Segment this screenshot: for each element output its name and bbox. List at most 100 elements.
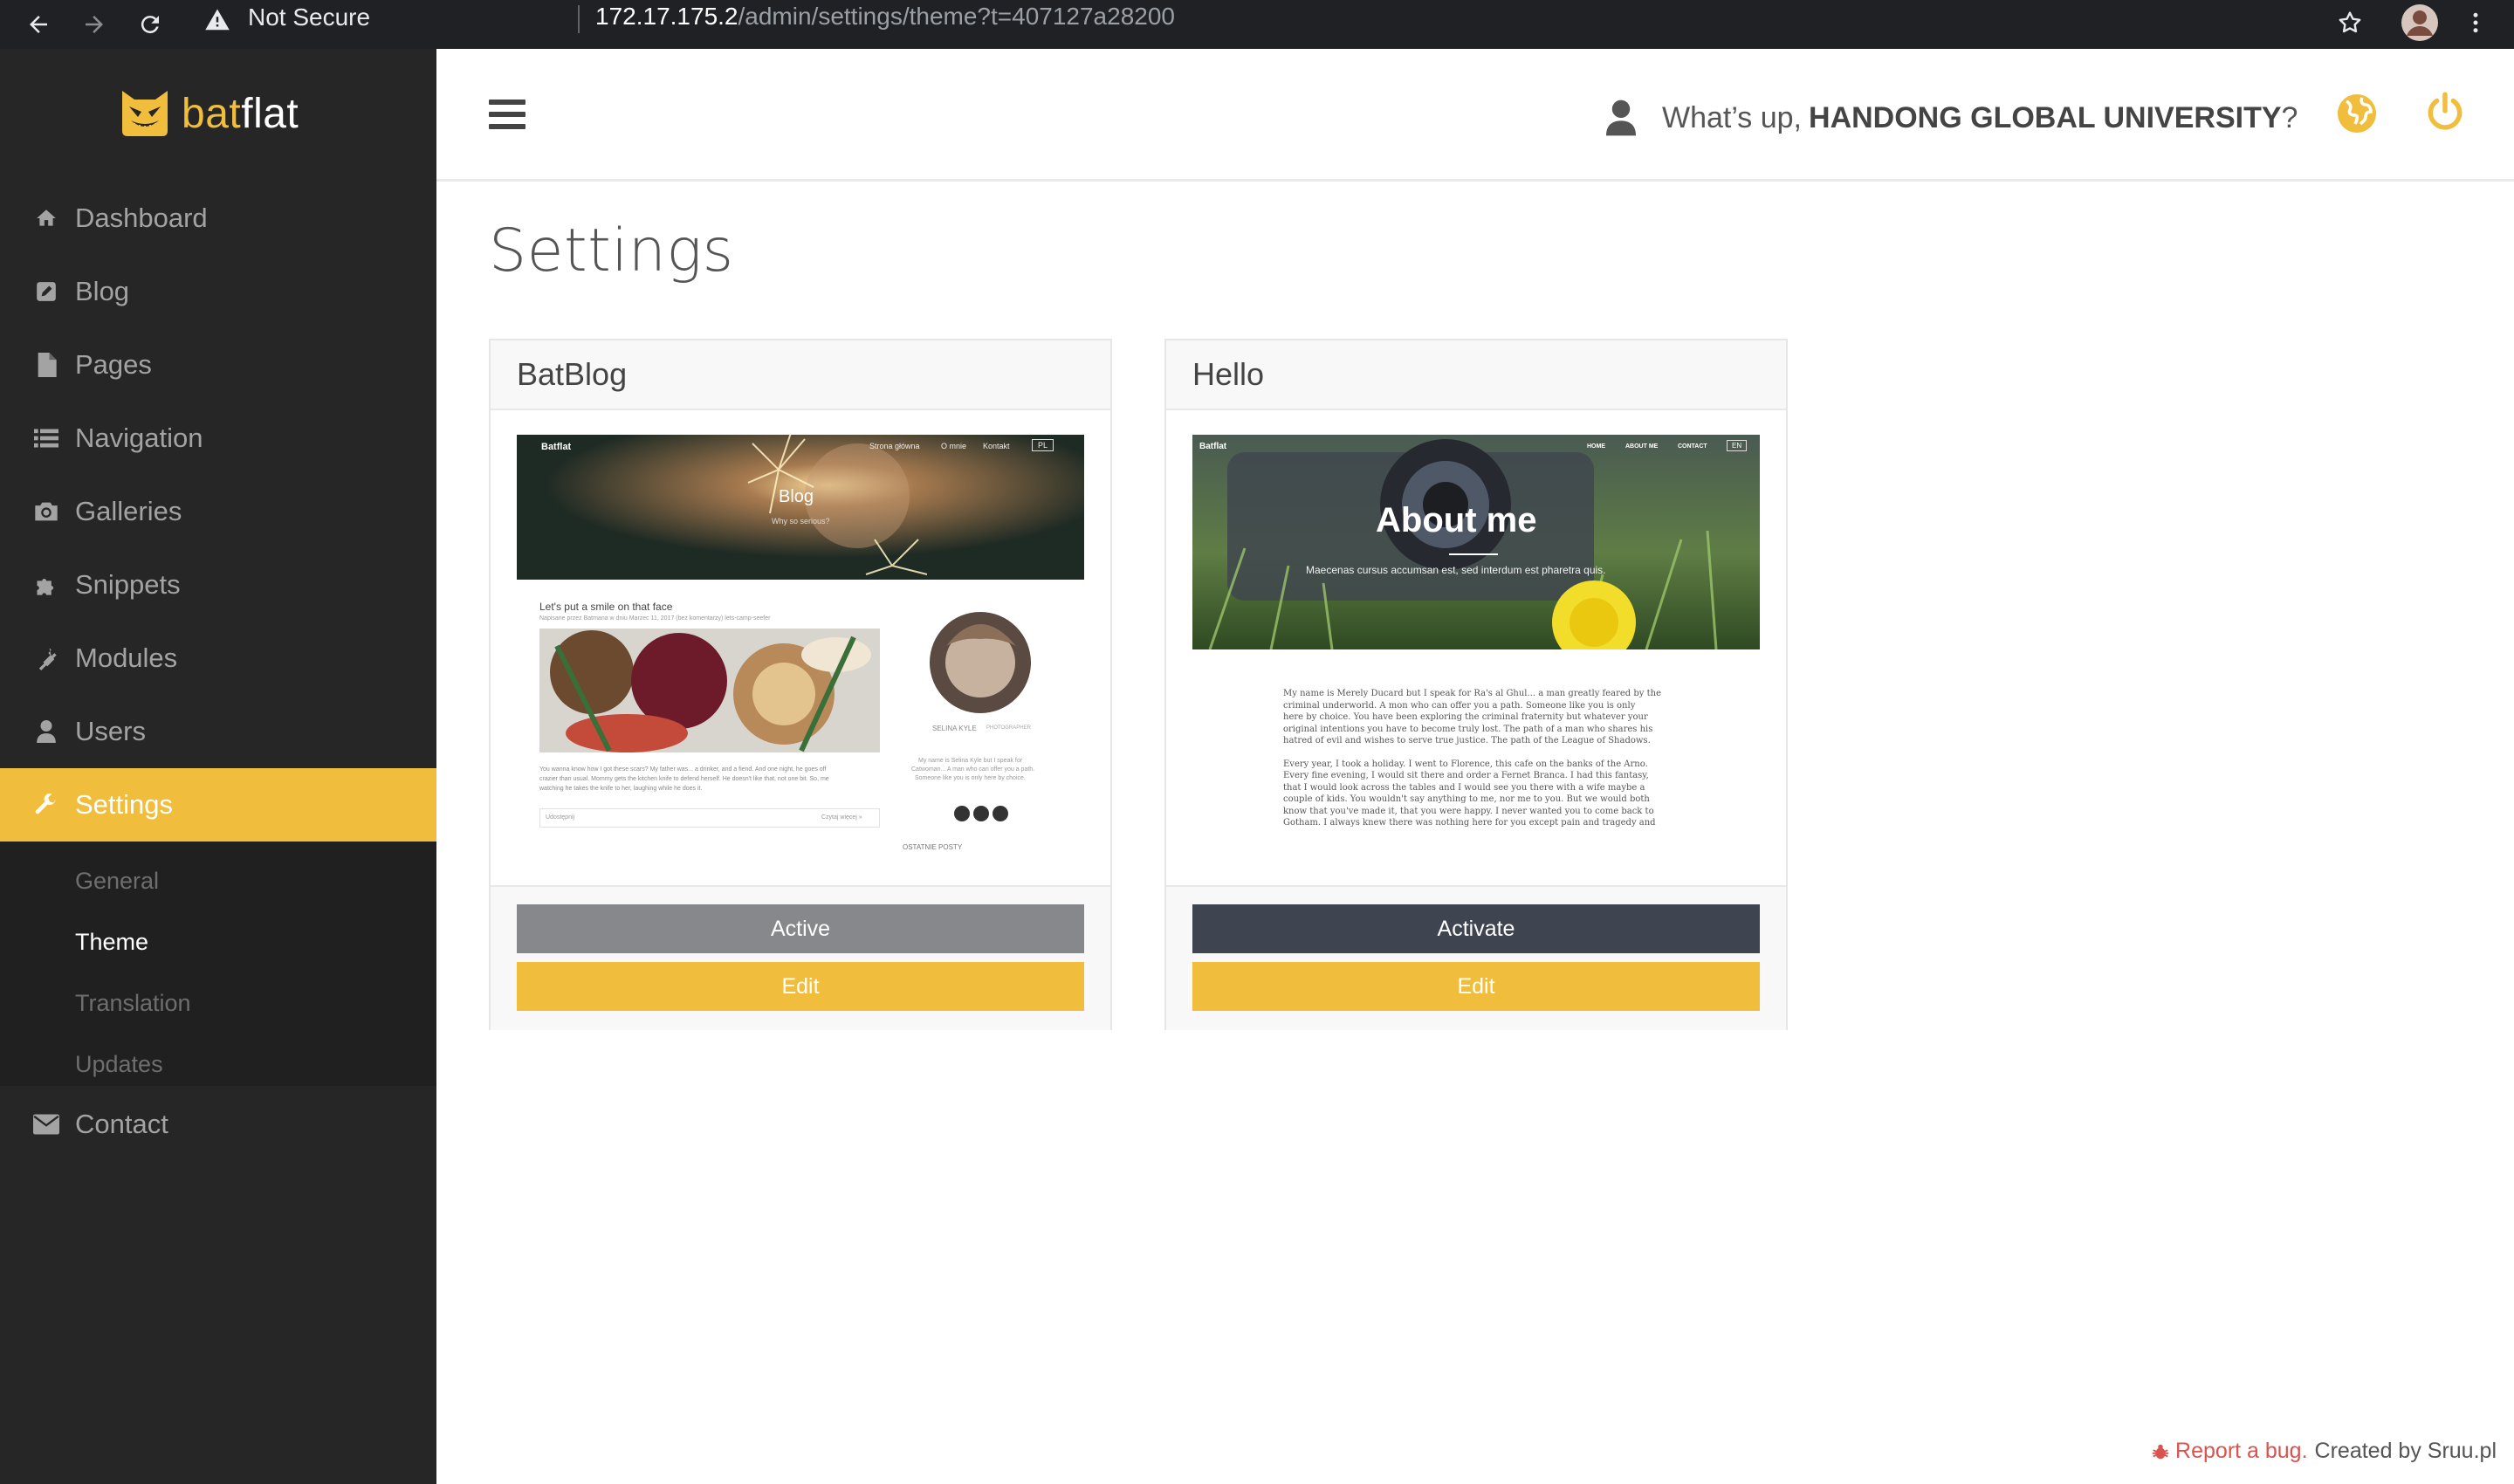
plug-icon — [33, 645, 59, 671]
card-header: BatBlog — [491, 340, 1110, 410]
settings-submenu: General Theme Translation Updates — [0, 842, 436, 1086]
edit-button[interactable]: Edit — [517, 962, 1084, 1011]
sidebar-item-label: Settings — [75, 789, 174, 820]
preview-recent-posts: OSTATNIE POSTY — [903, 843, 963, 851]
divider — [578, 5, 580, 33]
address-bar[interactable]: Not Secure 172.17.175.2/admin/settings/t… — [189, 0, 2322, 38]
hero-image — [1192, 435, 1760, 649]
top-header: What’s up, HANDONG GLOBAL UNIVERSITY? — [436, 49, 2514, 182]
theme-name: BatBlog — [517, 356, 628, 392]
menu-toggle-button[interactable] — [489, 100, 525, 129]
view-site-button[interactable] — [2336, 93, 2378, 134]
file-icon — [33, 352, 59, 378]
divider — [1449, 553, 1498, 555]
sidebar-item-label: Blog — [75, 276, 130, 306]
page-title: Settings — [489, 216, 734, 285]
edit-button[interactable]: Edit — [1192, 962, 1760, 1011]
star-icon — [2339, 11, 2361, 33]
logout-button[interactable] — [2423, 91, 2467, 134]
card-footer: Active Edit — [491, 885, 1110, 1030]
back-button[interactable] — [17, 3, 59, 45]
preview-excerpt: You wanna know how I got these scars? My… — [539, 766, 827, 773]
preview-brand: Batflat — [1199, 442, 1227, 451]
sidebar-item-label: Snippets — [75, 569, 181, 600]
sidebar-item-pages[interactable]: Pages — [0, 328, 436, 402]
security-status[interactable]: Not Secure — [248, 3, 370, 31]
batflat-logo-icon — [122, 91, 168, 136]
sidebar-item-label: Navigation — [75, 423, 203, 453]
preview-nav-item: O mnie — [941, 442, 967, 450]
avatar-icon — [2401, 4, 2438, 41]
preview-read-more: Czytaj więcej » — [821, 814, 862, 821]
preview-author-role: PHOTOGRAPHER — [986, 725, 1031, 731]
theme-preview-screenshot: Batflat HOME ABOUT ME CONTACT EN About m… — [1192, 435, 1760, 871]
camera-icon — [33, 498, 59, 525]
preview-hero-subtitle: Why so serious? — [772, 517, 830, 526]
theme-preview-screenshot: Batflat Strona główna O mnie Kontakt PL … — [517, 435, 1084, 871]
reload-button[interactable] — [129, 3, 171, 45]
preview-nav-item: Strona główna — [869, 442, 920, 450]
globe-icon — [2338, 94, 2376, 133]
preview-post-meta: Napisane przez Batmana w dniu Marzec 11,… — [539, 615, 771, 622]
forward-button[interactable] — [73, 3, 115, 45]
preview-author-name: SELINA KYLE — [932, 725, 977, 732]
sidebar-item-galleries[interactable]: Galleries — [0, 475, 436, 548]
envelope-icon — [33, 1111, 59, 1137]
browser-toolbar: Not Secure 172.17.175.2/admin/settings/t… — [0, 0, 2514, 49]
sidebar-item-settings[interactable]: Settings — [0, 768, 436, 842]
activate-button[interactable]: Activate — [1192, 904, 1760, 953]
sidebar-item-label: Contact — [75, 1109, 168, 1139]
reload-icon — [141, 16, 159, 34]
sidebar-item-snippets[interactable]: Snippets — [0, 548, 436, 622]
preview-hero-title: Blog — [779, 487, 814, 506]
power-icon — [2428, 92, 2462, 130]
theme-name: Hello — [1192, 356, 1265, 392]
greeting-prefix: What’s up, — [1662, 100, 1803, 134]
brand-name-part2: flat — [241, 90, 299, 137]
submenu-item-general[interactable]: General — [75, 868, 159, 895]
sidebar-item-label: Dashboard — [75, 203, 208, 233]
profile-button[interactable] — [2399, 2, 2441, 44]
sidebar-item-label: Galleries — [75, 496, 182, 526]
hamburger-icon — [489, 100, 525, 105]
bug-icon — [2152, 1444, 2169, 1459]
theme-card-hello: Hello Batflat HOME ABOUT ME CONTACT EN A… — [1164, 339, 1788, 1030]
preview-lang: EN — [1727, 440, 1748, 451]
submenu-item-translation[interactable]: Translation — [75, 990, 191, 1017]
submenu-item-theme[interactable]: Theme — [75, 929, 148, 956]
sidebar-item-modules[interactable]: Modules — [0, 622, 436, 695]
sidebar: batflat Dashboard Blog Pages Navigation … — [0, 49, 436, 1484]
author-photo — [930, 612, 1031, 713]
preview-brand: Batflat — [541, 442, 572, 452]
browser-menu-button[interactable] — [2455, 2, 2497, 44]
page-footer: Report a bug. Created by Sruu.pl — [2151, 1439, 2497, 1464]
card-footer: Activate Edit — [1166, 885, 1786, 1030]
arrow-left-icon — [30, 16, 47, 33]
list-icon — [33, 425, 59, 451]
preview-author-bio: Catwoman... A man who can offer you a pa… — [911, 766, 1035, 773]
sidebar-item-dashboard[interactable]: Dashboard — [0, 182, 436, 255]
preview-share-bar: Udostępnij Czytaj więcej » — [539, 808, 880, 828]
greeting-suffix: ? — [2281, 100, 2298, 134]
url-host: 172.17.175.2 — [595, 3, 738, 30]
url-path: /admin/settings/theme?t=407127a28200 — [738, 3, 1176, 30]
food-photo — [539, 629, 880, 752]
sidebar-item-contact[interactable]: Contact — [0, 1088, 436, 1161]
bookmark-button[interactable] — [2329, 2, 2371, 44]
user-icon — [33, 718, 59, 745]
report-bug-link[interactable]: Report a bug. — [2175, 1439, 2308, 1464]
preview-nav-item: ABOUT ME — [1625, 443, 1659, 450]
sidebar-item-navigation[interactable]: Navigation — [0, 402, 436, 475]
user-name[interactable]: HANDONG GLOBAL UNIVERSITY — [1809, 101, 2282, 135]
url-text[interactable]: 172.17.175.2/admin/settings/theme?t=4071… — [595, 3, 1175, 31]
sidebar-item-blog[interactable]: Blog — [0, 255, 436, 328]
active-button[interactable]: Active — [517, 904, 1084, 953]
user-greeting: What’s up, HANDONG GLOBAL UNIVERSITY? — [1606, 96, 2298, 140]
preview-paragraph: My name is Merely Ducard but I speak for… — [1283, 689, 1661, 828]
brand-logo[interactable]: batflat — [119, 84, 299, 143]
sidebar-item-users[interactable]: Users — [0, 695, 436, 768]
preview-lang: PL — [1032, 439, 1054, 451]
submenu-item-updates[interactable]: Updates — [75, 1051, 163, 1078]
user-icon — [1606, 100, 1636, 136]
edit-icon — [33, 278, 59, 305]
